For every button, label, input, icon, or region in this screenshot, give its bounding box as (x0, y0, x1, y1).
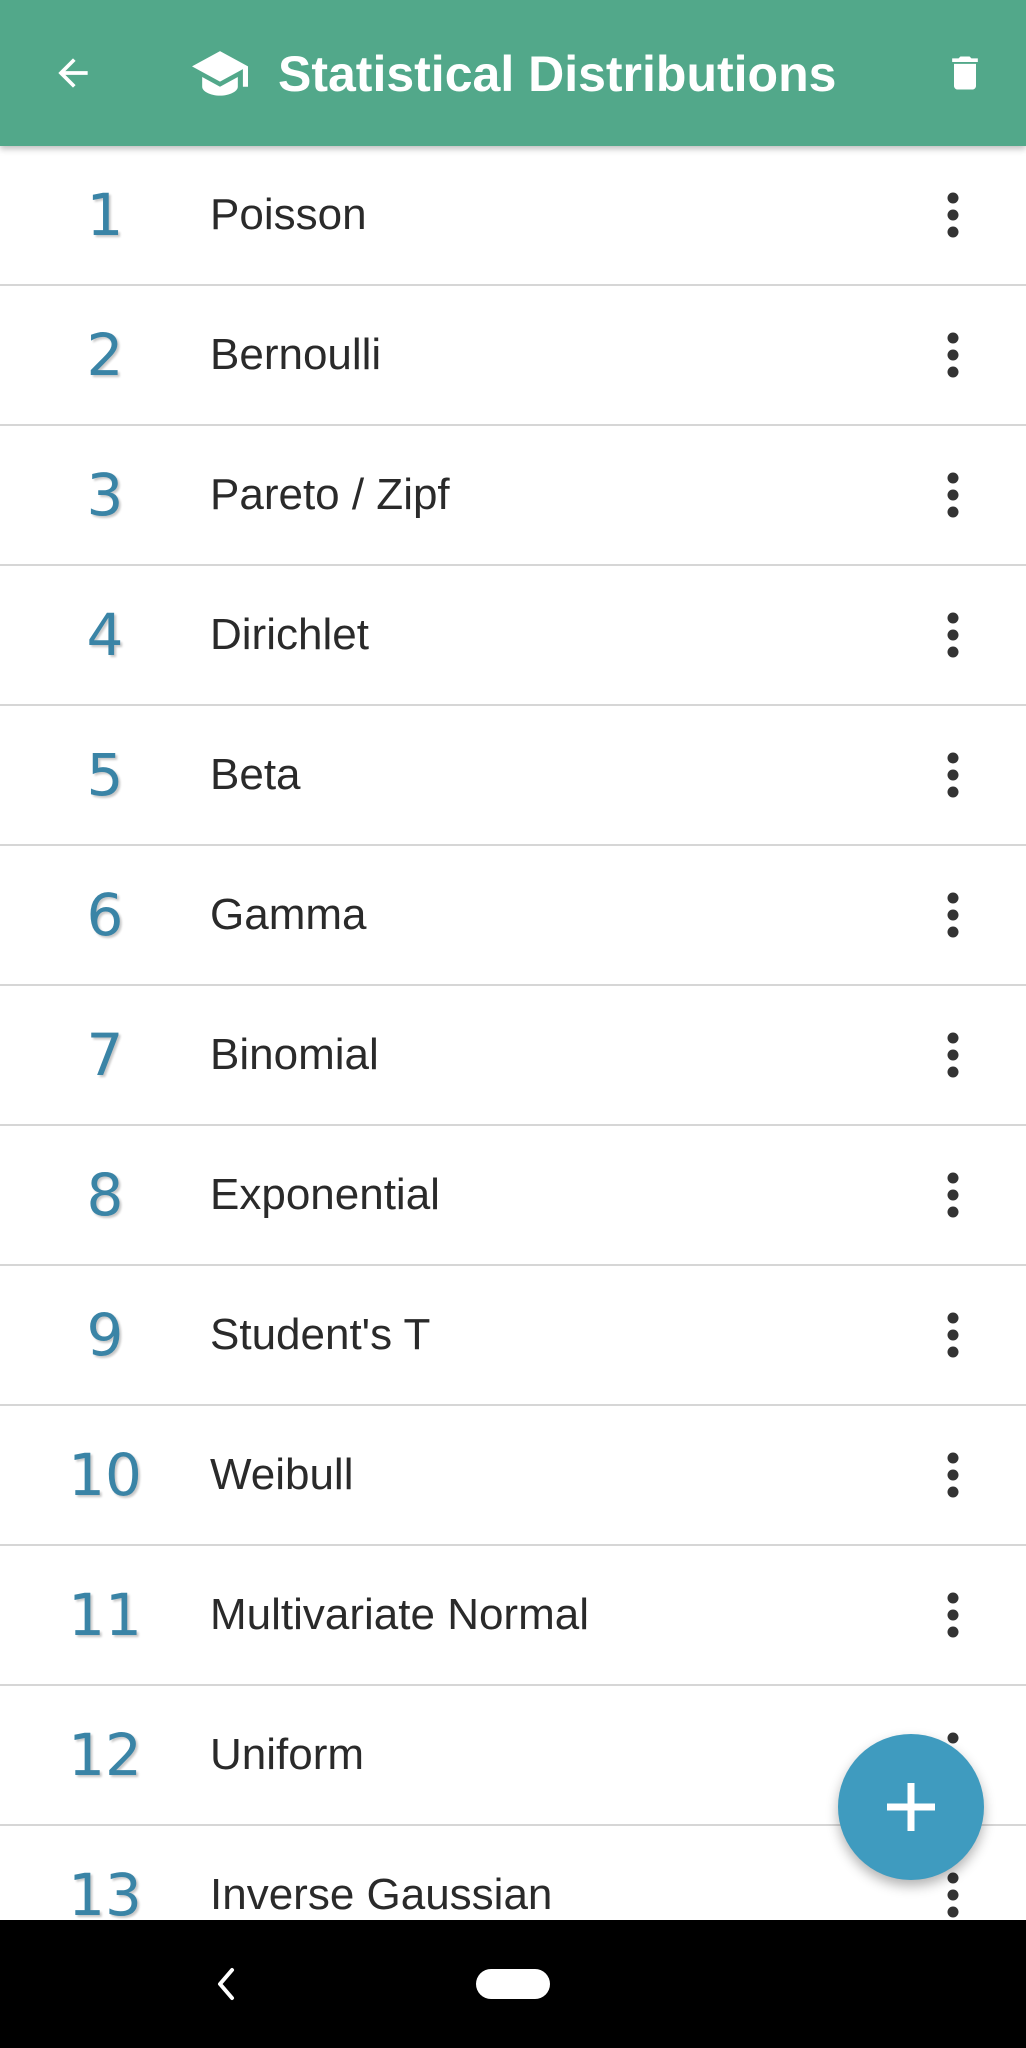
more-options-button[interactable] (922, 1020, 984, 1090)
home-pill-icon[interactable] (476, 1969, 550, 1999)
item-number: 5 (86, 741, 124, 809)
list-item[interactable]: 7 Binomial (0, 986, 1026, 1126)
list-item[interactable]: 9 Student's T (0, 1266, 1026, 1406)
list-item[interactable]: 11 Multivariate Normal (0, 1546, 1026, 1686)
item-number: 9 (86, 1301, 124, 1369)
list-item[interactable]: 4 Dirichlet (0, 566, 1026, 706)
more-options-button[interactable] (922, 320, 984, 390)
graduation-cap-icon (188, 44, 252, 104)
more-options-button[interactable] (922, 1160, 984, 1230)
item-name: Binomial (210, 1030, 379, 1079)
app-bar: Statistical Distributions (0, 0, 1026, 146)
more-vertical-icon (947, 1312, 959, 1358)
plus-icon (887, 1783, 935, 1831)
list-item[interactable]: 6 Gamma (0, 846, 1026, 986)
item-number: 12 (68, 1721, 142, 1789)
more-vertical-icon (947, 892, 959, 938)
more-options-button[interactable] (922, 880, 984, 950)
more-vertical-icon (947, 192, 959, 238)
item-name: Student's T (210, 1310, 431, 1359)
more-vertical-icon (947, 752, 959, 798)
more-options-button[interactable] (922, 1440, 984, 1510)
list-item[interactable]: 3 Pareto / Zipf (0, 426, 1026, 566)
more-options-button[interactable] (922, 1580, 984, 1650)
item-number: 1 (86, 181, 124, 249)
item-number: 6 (86, 881, 124, 949)
item-number: 2 (86, 321, 124, 389)
chevron-left-icon (218, 1968, 234, 2000)
item-name: Exponential (210, 1170, 440, 1219)
item-name: Pareto / Zipf (210, 470, 450, 519)
item-number: 10 (68, 1441, 142, 1509)
item-name: Gamma (210, 890, 367, 939)
list-item[interactable]: 10 Weibull (0, 1406, 1026, 1546)
distribution-list: 1 Poisson 2 Bernoulli 3 Pareto / Zipf 4 … (0, 146, 1026, 1966)
more-options-button[interactable] (922, 180, 984, 250)
item-number: 4 (86, 601, 124, 669)
more-vertical-icon (947, 332, 959, 378)
more-options-button[interactable] (922, 1300, 984, 1370)
more-options-button[interactable] (922, 600, 984, 670)
delete-button[interactable] (930, 38, 1000, 108)
item-number: 3 (86, 461, 124, 529)
add-button[interactable] (838, 1734, 984, 1880)
more-vertical-icon (947, 1032, 959, 1078)
trash-icon (952, 56, 978, 90)
more-vertical-icon (947, 1172, 959, 1218)
more-vertical-icon (947, 1872, 959, 1918)
more-vertical-icon (947, 1452, 959, 1498)
list-item[interactable]: 1 Poisson (0, 146, 1026, 286)
arrow-left-icon (58, 58, 88, 88)
item-number: 7 (86, 1021, 124, 1089)
more-vertical-icon (947, 612, 959, 658)
system-navigation-bar (0, 1920, 1026, 2048)
item-name: Multivariate Normal (210, 1590, 589, 1639)
list-item[interactable]: 5 Beta (0, 706, 1026, 846)
item-name: Poisson (210, 190, 367, 239)
item-name: Beta (210, 750, 301, 799)
item-name: Bernoulli (210, 330, 382, 379)
list-item[interactable]: 2 Bernoulli (0, 286, 1026, 426)
item-name: Weibull (210, 1450, 354, 1499)
item-number: 8 (86, 1161, 124, 1229)
more-vertical-icon (947, 1592, 959, 1638)
system-back-button[interactable] (206, 1956, 246, 2012)
more-options-button[interactable] (922, 460, 984, 530)
more-options-button[interactable] (922, 740, 984, 810)
more-vertical-icon (947, 472, 959, 518)
list-item[interactable]: 8 Exponential (0, 1126, 1026, 1266)
item-name: Dirichlet (210, 610, 369, 659)
back-button[interactable] (38, 38, 108, 108)
page-title: Statistical Distributions (278, 46, 837, 102)
item-number: 11 (68, 1581, 142, 1649)
item-name: Uniform (210, 1730, 365, 1779)
